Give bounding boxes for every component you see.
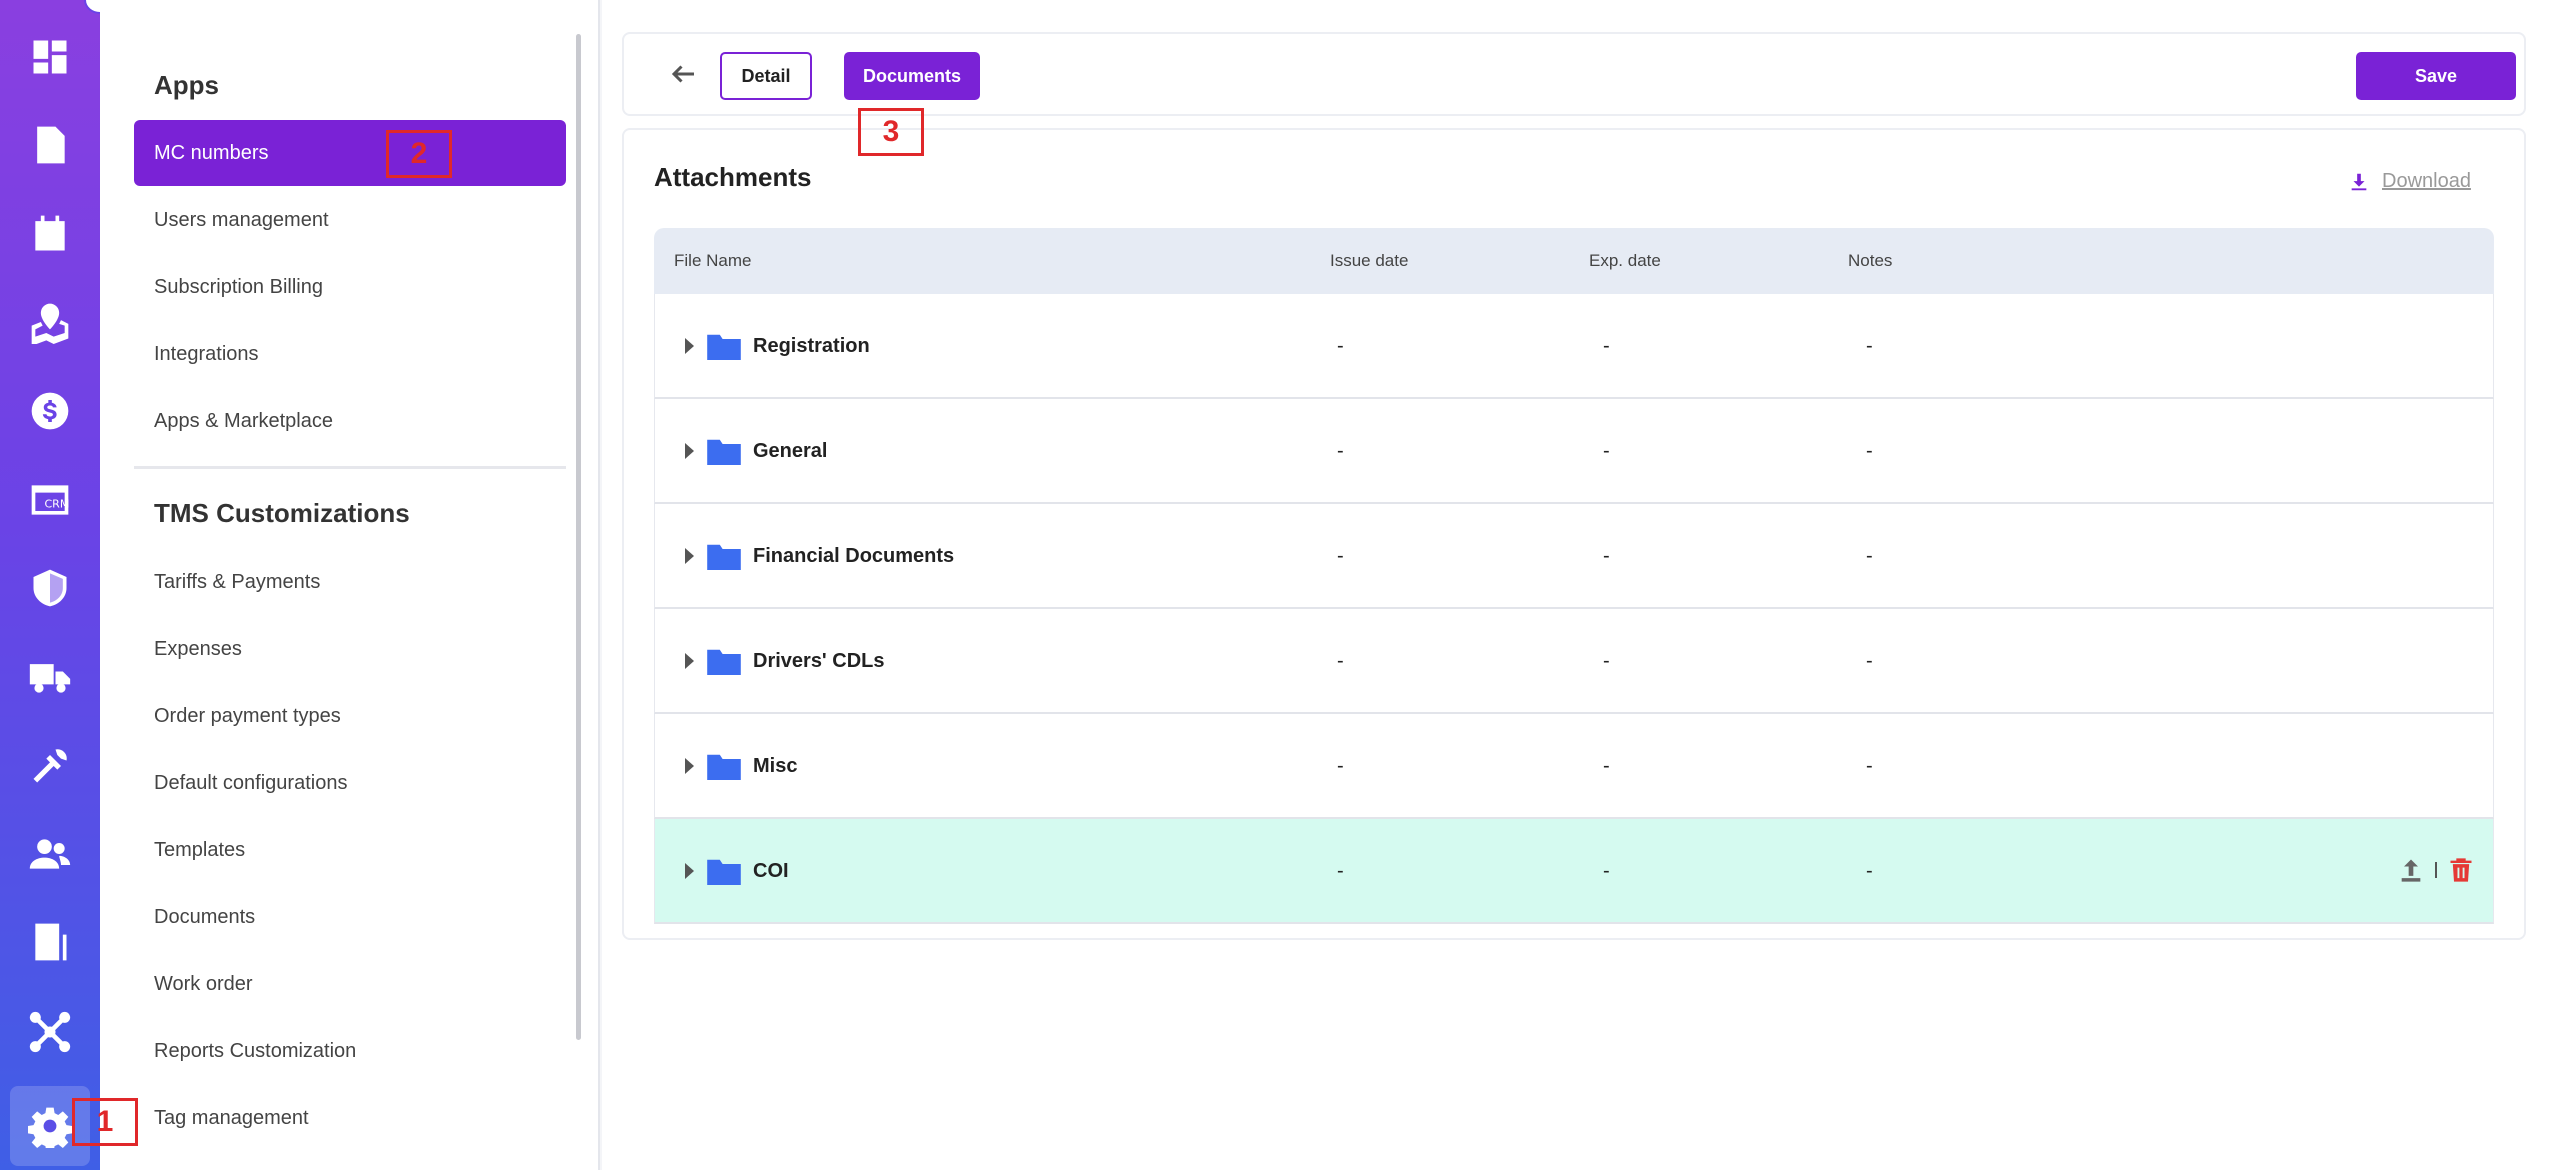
exp-date-cell: - [1603,860,1610,882]
expand-caret-icon[interactable] [685,863,694,879]
menu-item-documents[interactable]: Documents [134,884,566,950]
calendar-icon[interactable] [18,202,82,266]
table-row[interactable]: Registration - - - [654,294,2494,399]
tab-detail[interactable]: Detail [720,52,812,100]
annotation-marker-2: 2 [386,130,452,178]
menu-item-reports-customization[interactable]: Reports Customization [134,1018,566,1084]
table-row[interactable]: Misc - - - [654,714,2494,819]
folder-name: Misc [753,755,798,777]
issue-date-cell: - [1337,545,1344,567]
table-row[interactable]: Drivers' CDLs - - - [654,609,2494,714]
download-icon [2351,173,2367,190]
menu-item-subscription-billing[interactable]: Subscription Billing [134,254,566,320]
menu-item-integrations[interactable]: Integrations [134,321,566,387]
table-row[interactable]: General - - - [654,399,2494,504]
menu-item-order-payment-types[interactable]: Order payment types [134,683,566,749]
notes-cell: - [1866,545,1873,567]
save-button[interactable]: Save [2356,52,2516,100]
tms-heading: TMS Customizations [154,498,410,528]
back-arrow-icon[interactable] [664,54,704,94]
dashboard-icon[interactable] [18,25,82,89]
menu-item-work-order[interactable]: Work order [134,951,566,1017]
attachments-table: File Name Issue date Exp. date Notes Reg… [654,228,2494,924]
issue-date-cell: - [1337,335,1344,357]
folder-icon [707,542,741,570]
table-row[interactable]: Financial Documents - - - [654,504,2494,609]
svg-text:CRM: CRM [45,497,70,510]
menu-scrollbar[interactable] [576,34,581,1040]
report-icon[interactable] [18,910,82,974]
menu-divider [134,466,566,469]
toolbar: Detail Documents Save [622,32,2526,116]
table-header: File Name Issue date Exp. date Notes [654,228,2494,294]
notes-cell: - [1866,440,1873,462]
attachments-title: Attachments [654,162,812,192]
table-row[interactable]: COI - - - [654,819,2494,924]
tools-icon[interactable] [18,734,82,798]
annotation-marker-1: 1 [72,1098,138,1146]
notes-cell: - [1866,650,1873,672]
shield-icon[interactable] [18,556,82,620]
folder-name: COI [753,860,789,882]
main-content: Detail Documents Save Attachments Downlo… [602,0,2560,1170]
users-icon[interactable] [18,822,82,886]
expand-caret-icon[interactable] [685,653,694,669]
folder-name: Drivers' CDLs [753,650,885,672]
issue-date-cell: - [1337,440,1344,462]
expand-caret-icon[interactable] [685,443,694,459]
folder-name: Registration [753,335,870,357]
action-separator [2435,862,2437,878]
issue-date-cell: - [1337,860,1344,882]
upload-icon[interactable] [2397,855,2425,885]
exp-date-cell: - [1603,335,1610,357]
apps-heading: Apps [154,70,219,100]
folder-icon [707,857,741,885]
expand-caret-icon[interactable] [685,548,694,564]
menu-item-tariffs-payments[interactable]: Tariffs & Payments [134,549,566,615]
settings-menu: Apps MC numbers Users management Subscri… [100,0,600,1170]
menu-item-templates[interactable]: Templates [134,817,566,883]
column-issue-date[interactable]: Issue date [1330,228,1408,294]
menu-item-default-configurations[interactable]: Default configurations [134,750,566,816]
issue-date-cell: - [1337,755,1344,777]
truck-icon[interactable] [18,645,82,709]
folder-icon [707,332,741,360]
menu-item-tag-management[interactable]: Tag management [134,1085,566,1151]
dollar-icon[interactable] [18,379,82,443]
folder-icon [707,437,741,465]
exp-date-cell: - [1603,545,1610,567]
row-actions [2397,855,2475,885]
annotation-marker-3: 3 [858,108,924,156]
column-notes[interactable]: Notes [1848,228,1892,294]
attachments-panel: Attachments Download File Name Issue dat… [622,128,2526,940]
folder-name: General [753,440,828,462]
column-file-name[interactable]: File Name [674,228,751,294]
tab-documents[interactable]: Documents [844,52,980,100]
expand-caret-icon[interactable] [685,338,694,354]
map-icon[interactable] [18,290,82,354]
folder-icon [707,647,741,675]
notes-cell: - [1866,335,1873,357]
download-label: Download [2382,170,2471,192]
notes-cell: - [1866,755,1873,777]
exp-date-cell: - [1603,440,1610,462]
issue-date-cell: - [1337,650,1344,672]
folder-name: Financial Documents [753,545,955,567]
column-exp-date[interactable]: Exp. date [1589,228,1661,294]
icon-rail: CRM [0,0,116,1170]
document-icon[interactable] [18,113,82,177]
menu-item-mc-numbers[interactable]: MC numbers [134,120,566,186]
menu-item-apps-marketplace[interactable]: Apps & Marketplace [134,388,566,454]
exp-date-cell: - [1603,650,1610,672]
notes-cell: - [1866,860,1873,882]
menu-item-expenses[interactable]: Expenses [134,616,566,682]
crm-icon[interactable]: CRM [18,468,82,532]
expand-caret-icon[interactable] [685,758,694,774]
exp-date-cell: - [1603,755,1610,777]
network-icon[interactable] [18,1000,82,1064]
menu-item-users-management[interactable]: Users management [134,187,566,253]
delete-icon[interactable] [2447,855,2475,885]
download-button[interactable]: Download [2348,170,2471,193]
folder-icon [707,752,741,780]
